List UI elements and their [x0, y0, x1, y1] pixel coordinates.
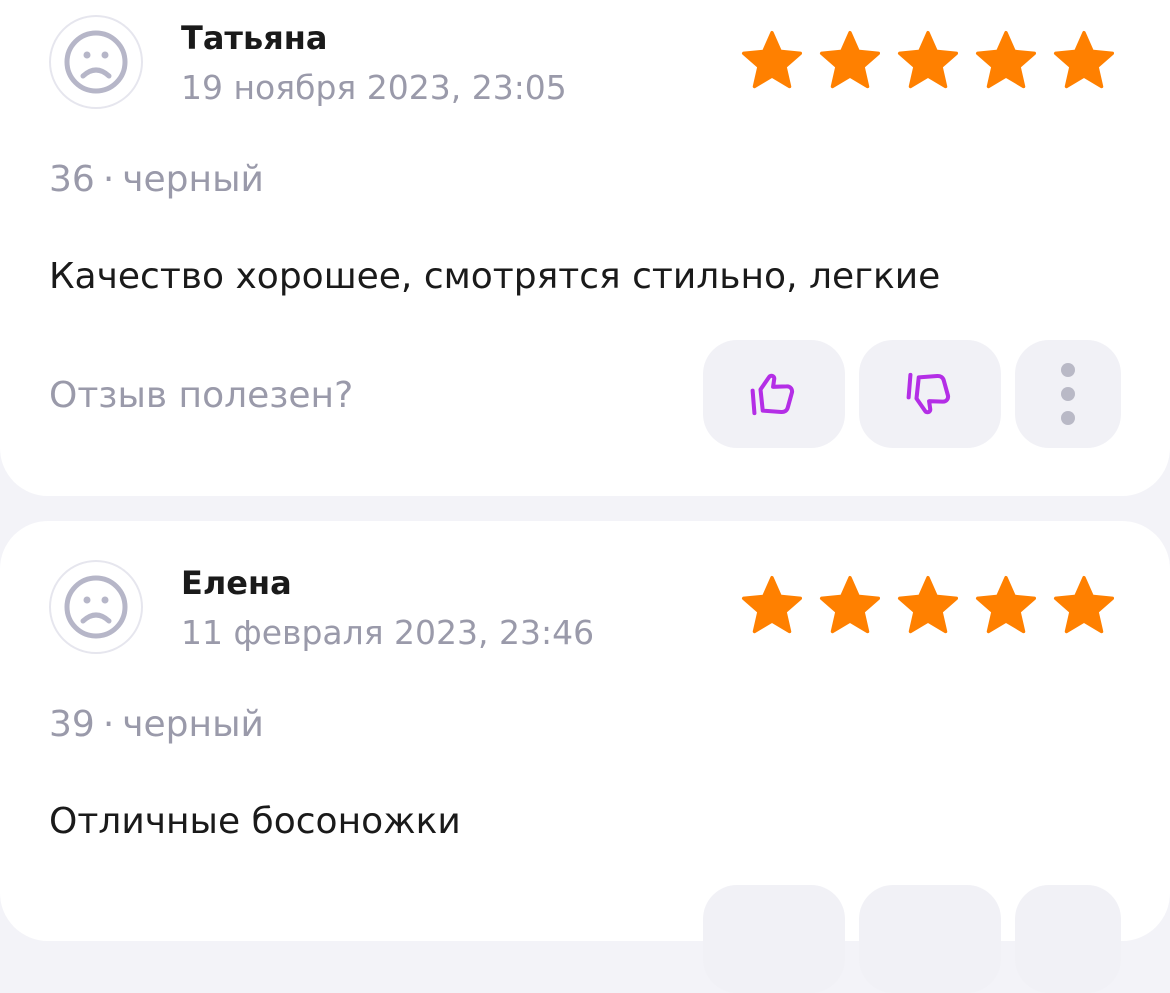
variant-separator: · [102, 704, 115, 745]
star-icon [741, 575, 803, 634]
variant-color: черный [122, 159, 264, 200]
more-options-button[interactable] [1015, 340, 1121, 448]
star-icon [897, 30, 959, 89]
star-icon [897, 575, 959, 634]
review-variant: 39 · черный [49, 701, 264, 749]
thumbs-up-icon [750, 373, 795, 416]
variant-size: 39 [49, 704, 95, 745]
review-author: Елена [181, 564, 292, 602]
star-icon [1053, 30, 1115, 89]
rating-stars [738, 572, 1118, 640]
star-icon [819, 30, 881, 89]
dislike-button[interactable] [859, 885, 1001, 993]
variant-separator: · [102, 159, 115, 200]
rating-stars [738, 27, 1118, 95]
star-icon [975, 30, 1037, 89]
dislike-button[interactable] [859, 340, 1001, 448]
star-icon [975, 575, 1037, 634]
avatar [49, 560, 143, 654]
review-variant: 36 · черный [49, 156, 264, 204]
thumbs-down-icon [906, 372, 951, 415]
star-icon [819, 575, 881, 634]
sad-face-icon [64, 575, 128, 639]
review-text: Качество хорошее, смотрятся стильно, лег… [49, 256, 941, 297]
variant-color: черный [122, 704, 264, 745]
review-author: Татьяна [181, 19, 328, 57]
review-text: Отличные босоножки [49, 801, 461, 842]
variant-size: 36 [49, 159, 95, 200]
review-card: Елена 11 февраля 2023, 23:46 39 · черный О… [0, 521, 1170, 993]
helpful-prompt: Отзыв полезен? [49, 375, 354, 416]
review-date: 11 февраля 2023, 23:46 [181, 613, 595, 652]
review-card: Татьяна 19 ноября 2023, 23:05 36 · черный … [0, 0, 1170, 496]
more-vertical-icon [1061, 363, 1075, 425]
like-button[interactable] [703, 340, 845, 448]
star-icon [741, 30, 803, 89]
like-button[interactable] [703, 885, 845, 993]
star-icon [1053, 575, 1115, 634]
sad-face-icon [64, 30, 128, 94]
avatar [49, 15, 143, 109]
more-options-button[interactable] [1015, 885, 1121, 993]
review-date: 19 ноября 2023, 23:05 [181, 68, 567, 107]
